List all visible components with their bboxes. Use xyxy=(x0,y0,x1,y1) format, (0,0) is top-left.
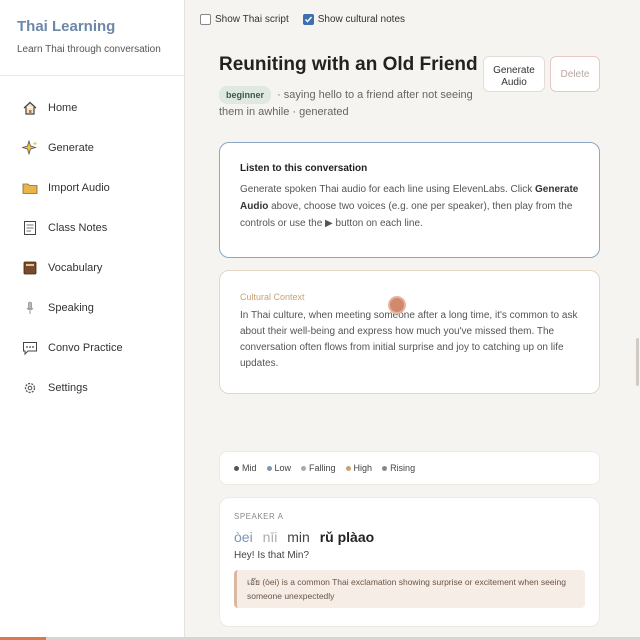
sidebar-item-label: Settings xyxy=(48,382,88,394)
check-icon xyxy=(304,16,312,23)
level-badge: beginner xyxy=(219,86,272,104)
microphone-icon xyxy=(20,298,40,318)
sidebar-item-speaking[interactable]: Speaking xyxy=(0,288,184,328)
legend-item-mid: Mid xyxy=(234,463,257,473)
display-options-bar: Show Thai script Show cultural notes xyxy=(186,0,640,38)
word-mid[interactable]: min xyxy=(287,529,310,545)
sidebar-nav: Home Generate Import Audio Class Notes V… xyxy=(0,76,184,408)
delete-button[interactable]: Delete xyxy=(550,56,600,92)
chat-icon xyxy=(20,338,40,358)
sidebar-item-settings[interactable]: Settings xyxy=(0,368,184,408)
notes-icon xyxy=(20,218,40,238)
sidebar: Thai Learning Learn Thai through convers… xyxy=(0,0,185,640)
show-cultural-notes-label: Show cultural notes xyxy=(317,13,406,25)
cultural-note: เอ๊ย (òei) is a common Thai exclamation … xyxy=(234,570,585,608)
show-thai-script-label: Show Thai script xyxy=(215,13,289,25)
generate-audio-label-2: Audio xyxy=(501,76,527,88)
book-icon xyxy=(20,258,40,278)
dialogue-line[interactable]: SPEAKER A òei nīi min rǔ plàao Hey! Is t… xyxy=(219,497,600,627)
sidebar-item-vocabulary[interactable]: Vocabulary xyxy=(0,248,184,288)
page-title: Reuniting with an Old Friend xyxy=(219,54,478,75)
sidebar-item-home[interactable]: Home xyxy=(0,88,184,128)
legend-dot xyxy=(234,465,239,471)
legend-label: Falling xyxy=(309,463,336,473)
legend-dot xyxy=(345,465,351,471)
app-subtitle: Learn Thai through conversation xyxy=(17,44,161,55)
listen-text-2: above, choose two voices (e.g. one per s… xyxy=(240,201,573,229)
tone-legend: Mid Low Falling High Rising xyxy=(219,451,600,485)
scrollbar-thumb[interactable] xyxy=(636,338,639,386)
legend-dot xyxy=(382,465,388,471)
word-rising[interactable]: rǔ plàao xyxy=(320,529,374,545)
sidebar-item-label: Import Audio xyxy=(48,182,110,194)
sparkle-icon xyxy=(20,138,40,158)
legend-item-low: Low xyxy=(266,463,292,473)
cultural-context-heading: Cultural Context xyxy=(240,292,305,302)
word-falling[interactable]: nīi xyxy=(263,529,278,545)
legend-item-rising: Rising xyxy=(382,463,415,473)
legend-label: Low xyxy=(274,463,292,473)
generate-audio-button[interactable]: Generate Audio xyxy=(483,56,545,92)
sidebar-item-generate[interactable]: Generate xyxy=(0,128,184,168)
legend-label: Rising xyxy=(390,463,416,473)
listen-description: Generate spoken Thai audio for each line… xyxy=(240,181,579,232)
legend-dot xyxy=(301,465,307,471)
folder-icon xyxy=(20,178,40,198)
legend-item-high: High xyxy=(345,463,373,473)
sidebar-item-label: Home xyxy=(48,102,78,114)
english-translation: Hey! Is that Min? xyxy=(234,550,310,561)
legend-item-falling: Falling xyxy=(301,463,336,473)
cultural-context-card: Cultural Context In Thai culture, when m… xyxy=(219,270,600,394)
word-low[interactable]: òei xyxy=(234,529,253,545)
listen-text-1: Generate spoken Thai audio for each line… xyxy=(240,184,535,195)
legend-label: High xyxy=(353,463,373,473)
show-cultural-notes-toggle[interactable]: Show cultural notes xyxy=(302,13,406,25)
sidebar-item-label: Convo Practice xyxy=(48,342,123,354)
checkbox-checked[interactable] xyxy=(302,13,314,25)
show-thai-script-toggle[interactable]: Show Thai script xyxy=(200,13,289,25)
sidebar-item-label: Speaking xyxy=(48,302,94,314)
sidebar-item-label: Vocabulary xyxy=(48,262,103,274)
sidebar-item-class-notes[interactable]: Class Notes xyxy=(0,208,184,248)
listen-heading: Listen to this conversation xyxy=(240,163,368,174)
sidebar-item-label: Class Notes xyxy=(48,222,108,234)
brand: Thai Learning Learn Thai through convers… xyxy=(0,0,184,76)
main-content: Reuniting with an Old Friend beginner · … xyxy=(186,38,640,640)
checkbox-unchecked[interactable] xyxy=(200,13,211,25)
legend-dot xyxy=(266,465,272,471)
app-title[interactable]: Thai Learning xyxy=(17,18,167,35)
listen-card: Listen to this conversation Generate spo… xyxy=(219,142,600,258)
sidebar-item-import-audio[interactable]: Import Audio xyxy=(0,168,184,208)
home-icon xyxy=(20,98,40,118)
sidebar-item-convo-practice[interactable]: Convo Practice xyxy=(0,328,184,368)
conversation-meta: beginner · saying hello to a friend afte… xyxy=(219,86,479,120)
generate-audio-label-1: Generate xyxy=(493,64,535,76)
cursor-indicator xyxy=(388,296,406,314)
cultural-context-text: In Thai culture, when meeting someone af… xyxy=(240,310,578,369)
legend-label: Mid xyxy=(242,463,257,473)
transliteration: òei nīi min rǔ plàao xyxy=(234,529,585,545)
speaker-label: SPEAKER A xyxy=(234,512,284,521)
sidebar-item-label: Generate xyxy=(48,142,94,154)
gear-icon xyxy=(20,378,40,398)
